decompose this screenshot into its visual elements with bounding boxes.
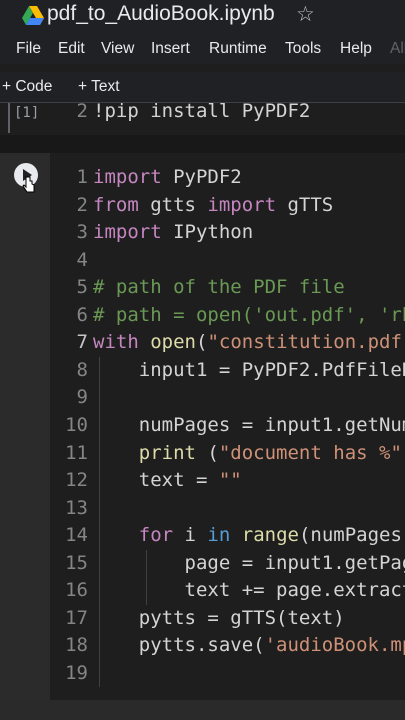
menu-edit[interactable]: Edit <box>58 40 85 58</box>
code-text: print ("document has %" <box>138 441 402 464</box>
code-text: pytts.save('audioBook.mp3' <box>93 634 405 657</box>
code-cell-1[interactable]: [1] 2 !pip install PyPDF2 <box>0 103 405 135</box>
line-number: 11 <box>65 441 88 464</box>
line-number: 8 <box>76 358 88 381</box>
code-text: pytts = gTTS(text) <box>93 606 345 629</box>
line-number: 16 <box>65 579 88 602</box>
menu-bar: File Edit View Insert Runtime Tools Help… <box>0 34 405 64</box>
execution-count: [1] <box>14 105 40 121</box>
code-line-1: 1 import PyPDF2 <box>50 164 405 191</box>
menu-all[interactable]: All <box>390 40 405 58</box>
title-bar: pdf_to_AudioBook.ipynb ☆ <box>0 0 405 34</box>
line-number: 9 <box>76 386 88 409</box>
line-number: 6 <box>76 303 88 326</box>
toolbar: + Code + Text <box>0 72 405 102</box>
mouse-cursor-icon <box>22 176 35 193</box>
line-number: 3 <box>76 221 88 244</box>
cell-gutter <box>0 153 50 700</box>
code-line-7: 7 with open("constitution.pdf" <box>50 329 405 356</box>
code-line-19: 19 <box>50 660 405 687</box>
star-icon[interactable]: ☆ <box>296 2 315 27</box>
code-line-9: 9 <box>50 384 405 411</box>
code-text: input1 = PyPDF2.PdfFileReader <box>138 358 405 381</box>
code-line-18: 18 pytts.save('audioBook.mp3' <box>50 632 405 659</box>
code-text: import IPython <box>93 221 254 244</box>
code-line-15: 15 page = input1.getPage <box>50 550 405 577</box>
cell-gap <box>0 135 405 153</box>
line-number: 18 <box>65 634 88 657</box>
add-text-button[interactable]: + Text <box>78 78 120 96</box>
code-text: # path of the PDF file <box>93 276 345 299</box>
line-number: 13 <box>65 496 88 519</box>
line-number: 10 <box>65 413 88 436</box>
code-text: with open("constitution.pdf" <box>93 331 405 354</box>
code-text: from gtts import gTTS <box>93 193 334 216</box>
code-line-6: 6 # path = open('out.pdf', 'rb') <box>50 302 405 329</box>
indent-guide <box>146 549 147 605</box>
line-number: 17 <box>65 606 88 629</box>
code-line-11: 11 print ("document has %" <box>50 440 405 467</box>
add-code-button[interactable]: + Code <box>2 78 52 96</box>
code-text: numPages = input1.getNumPages <box>138 413 405 436</box>
notebook-title[interactable]: pdf_to_AudioBook.ipynb <box>47 2 275 26</box>
menu-runtime[interactable]: Runtime <box>209 40 267 58</box>
line-number: 2 <box>76 193 88 216</box>
code-line-10: 10 numPages = input1.getNumPages <box>50 412 405 439</box>
line-number: 5 <box>76 276 88 299</box>
menu-tools[interactable]: Tools <box>285 40 321 58</box>
line-number: 14 <box>65 524 88 547</box>
code-line-8: 8 input1 = PyPDF2.PdfFileReader <box>50 357 405 384</box>
menu-view[interactable]: View <box>101 40 134 58</box>
line-number: 7 <box>76 331 88 354</box>
code-text: page = input1.getPage <box>93 551 405 574</box>
line-number: 12 <box>65 469 88 492</box>
cell-border <box>8 103 10 133</box>
menu-help[interactable]: Help <box>340 40 372 58</box>
code-line-12: 12 text = "" <box>50 467 405 494</box>
code-line-2: 2 from gtts import gTTS <box>50 192 405 219</box>
code-line-16: 16 text += page.extractText <box>50 577 405 604</box>
code-text: # path = open('out.pdf', 'rb') <box>93 303 405 326</box>
code-line-17: 17 pytts = gTTS(text) <box>50 605 405 632</box>
code-line-5: 5 # path of the PDF file <box>50 274 405 301</box>
drive-logo-icon <box>22 6 44 25</box>
line-number: 15 <box>65 551 88 574</box>
code-text: import PyPDF2 <box>93 166 242 188</box>
line-number: 4 <box>76 248 88 271</box>
menu-insert[interactable]: Insert <box>151 40 190 58</box>
code-text: text = "" <box>93 469 242 492</box>
code-line-13: 13 <box>50 495 405 522</box>
code-line-3: 3 import IPython <box>50 219 405 246</box>
status-strip <box>0 700 405 720</box>
code-cell-2[interactable]: 1 import PyPDF2 2 from gtts import gTTS 3 imp… <box>0 153 405 700</box>
line-number: 1 <box>76 166 88 188</box>
code-line-4: 4 <box>50 247 405 274</box>
code-line: !pip install PyPDF2 <box>93 103 311 122</box>
menu-file[interactable]: File <box>16 40 41 58</box>
indent-guide <box>99 356 100 688</box>
line-number: 2 <box>76 103 88 122</box>
line-number: 19 <box>65 661 88 684</box>
code-text: for i in range(numPages <box>138 524 402 547</box>
code-text: text += page.extractText <box>184 579 405 602</box>
code-editor[interactable]: 1 import PyPDF2 2 from gtts import gTTS 3 imp… <box>50 153 405 700</box>
code-line-14: 14 for i in range(numPages <box>50 522 405 549</box>
